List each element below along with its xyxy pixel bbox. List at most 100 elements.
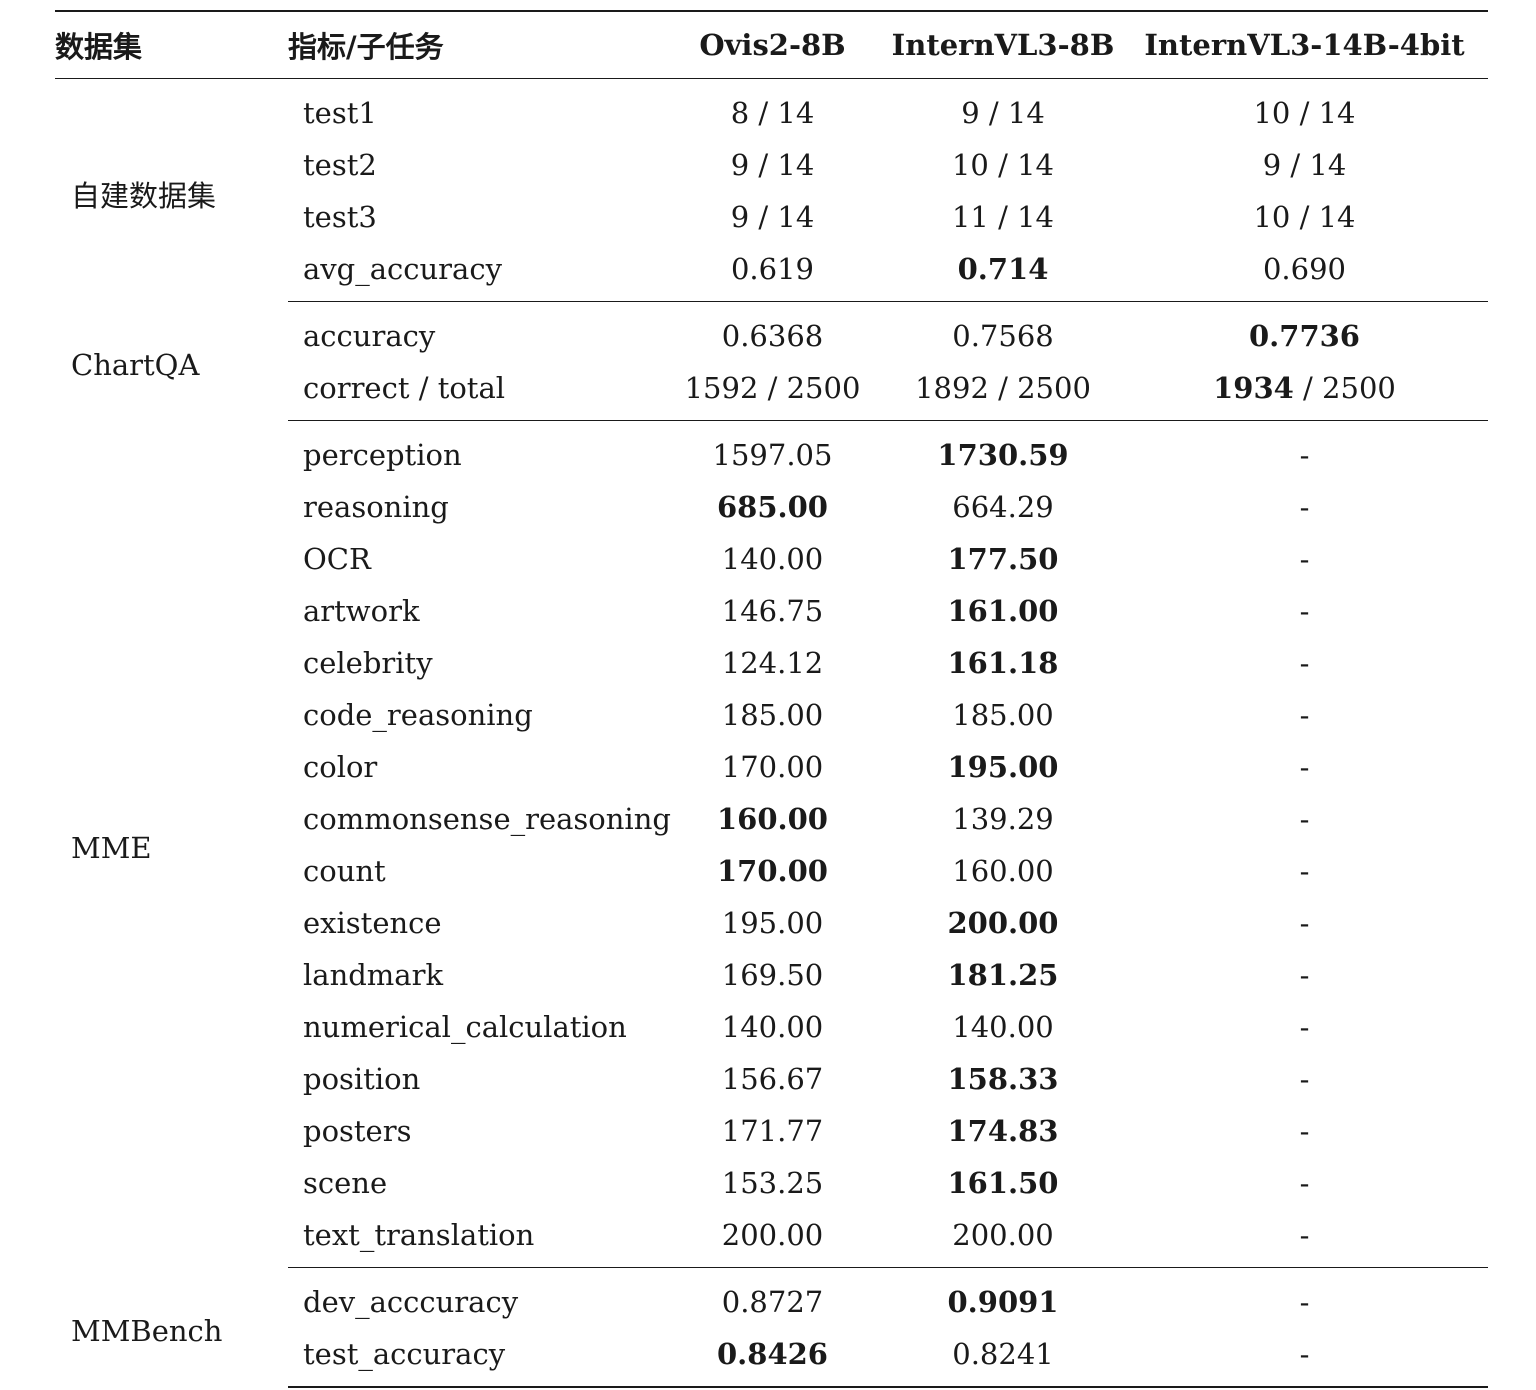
value-cell: - [1299,438,1310,472]
dataset-cell: MME [71,831,152,865]
header-model-ovis2-8b: Ovis2-8B [660,10,885,79]
value-cell: 124.12 [721,646,824,680]
metric-cell: OCR [303,542,371,576]
header-row: 数据集 指标/子任务 Ovis2-8B InternVL3-8B InternV… [55,10,1488,79]
table-row: ChartQA accuracy 0.6368 0.7568 0.7736 [55,302,1488,382]
dataset-cell: 自建数据集 [71,179,217,214]
value-cell: - [1299,1062,1310,1096]
value-cell: 9 / 14 [730,148,815,182]
metric-cell: dev_acccuracy [303,1285,519,1319]
value-cell: 140.00 [721,1010,824,1044]
results-table: 数据集 指标/子任务 Ovis2-8B InternVL3-8B InternV… [55,10,1488,1388]
header-model-internvl3-8b: InternVL3-8B [885,10,1121,79]
value-cell: 0.7736 [1249,319,1360,353]
group-chartqa: ChartQA accuracy 0.6368 0.7568 0.7736 co… [55,302,1488,421]
value-cell: 0.619 [660,243,885,302]
metric-cell: commonsense_reasoning [303,802,671,836]
metric-cell: count [303,854,386,888]
metric-cell: celebrity [303,646,433,680]
value-cell: - [1299,1285,1310,1319]
value-cell: 146.75 [721,594,824,628]
header-dataset: 数据集 [55,10,288,79]
value-cell: 161.18 [947,646,1059,680]
value-cell: - [1299,1114,1310,1148]
dataset-cell: MMBench [71,1314,223,1349]
value-cell: 11 / 14 [951,200,1054,234]
header-metric: 指标/子任务 [288,10,660,79]
value-cell: 140.00 [721,542,824,576]
value-cell: 185.00 [952,698,1054,732]
dataset-cell: ChartQA [71,348,200,382]
group-custom-dataset: 自建数据集 test1 8 / 14 9 / 14 10 / 14 test2 … [55,79,1488,302]
value-cell: 177.50 [947,542,1059,576]
value-cell: 0.8727 [721,1285,824,1319]
metric-cell: existence [303,906,442,940]
value-cell: 1892 / 2500 [885,362,1121,421]
value-cell: 161.50 [947,1166,1059,1200]
value-cell: - [1299,594,1310,628]
value-cell: 161.00 [947,594,1059,628]
value-cell: - [1299,1010,1310,1044]
header-model-internvl3-14b-4bit: InternVL3-14B-4bit [1121,10,1488,79]
value-cell: 160.00 [717,802,828,836]
value-bold-part: 1934 [1213,371,1294,405]
value-cell: 200.00 [660,1209,885,1268]
value-cell: - [1299,698,1310,732]
value-cell: 181.25 [947,958,1059,992]
metric-cell: test2 [303,148,377,182]
metric-cell: test_accuracy [288,1328,660,1388]
value-cell: 1597.05 [712,438,833,472]
value-cell: 140.00 [952,1010,1054,1044]
metric-cell: reasoning [303,490,449,524]
value-cell: 10 / 14 [1253,200,1356,234]
metric-cell: accuracy [303,319,436,353]
value-cell: 200.00 [947,906,1059,940]
value-cell: 158.33 [947,1062,1059,1096]
value-cell: 0.7568 [952,319,1054,353]
metric-cell: text_translation [288,1209,660,1268]
metric-cell: code_reasoning [303,698,533,732]
value-cell: 0.714 [885,243,1121,302]
group-mme: MME perception 1597.05 1730.59 - reasoning 685… [55,421,1488,1268]
metric-cell: color [303,750,378,784]
value-cell: 10 / 14 [951,148,1054,182]
value-cell: 0.9091 [947,1285,1059,1319]
value-cell: 685.00 [717,490,828,524]
value-cell: - [1299,490,1310,524]
value-cell: 200.00 [885,1209,1121,1268]
metric-cell: perception [303,438,462,472]
group-mmbench: MMBench dev_acccuracy 0.8727 0.9091 - te… [55,1268,1488,1388]
metric-cell: correct / total [288,362,660,421]
metric-cell: position [303,1062,421,1096]
value-cell: 171.77 [721,1114,824,1148]
value-cell: - [1121,1328,1488,1388]
table-row: MMBench dev_acccuracy 0.8727 0.9091 - [55,1268,1488,1348]
value-rest-part: / 2500 [1293,371,1396,405]
value-cell: - [1299,958,1310,992]
value-cell: - [1299,646,1310,680]
value-cell: 9 / 14 [730,200,815,234]
metric-cell: test1 [303,96,377,130]
table-row: MME perception 1597.05 1730.59 - [55,421,1488,865]
value-cell: 0.8426 [660,1328,885,1388]
value-cell: 1730.59 [937,438,1069,472]
value-cell: 195.00 [947,750,1059,784]
value-cell: 195.00 [721,906,824,940]
value-cell: 0.8241 [885,1328,1121,1388]
value-cell: 1934 / 2500 [1121,362,1488,421]
value-cell: 174.83 [947,1114,1059,1148]
value-cell: 9 / 14 [1262,148,1347,182]
metric-cell: avg_accuracy [288,243,660,302]
value-cell: - [1299,1166,1310,1200]
value-cell: - [1299,750,1310,784]
metric-cell: numerical_calculation [303,1010,627,1044]
value-cell: 153.25 [721,1166,824,1200]
metric-cell: artwork [303,594,420,628]
metric-cell: landmark [303,958,444,992]
value-cell: 10 / 14 [1253,96,1356,130]
value-cell: 160.00 [952,854,1054,888]
value-cell: 9 / 14 [961,96,1045,130]
metric-cell: posters [303,1114,412,1148]
metric-cell: test3 [303,200,377,234]
value-cell: 170.00 [717,854,828,888]
